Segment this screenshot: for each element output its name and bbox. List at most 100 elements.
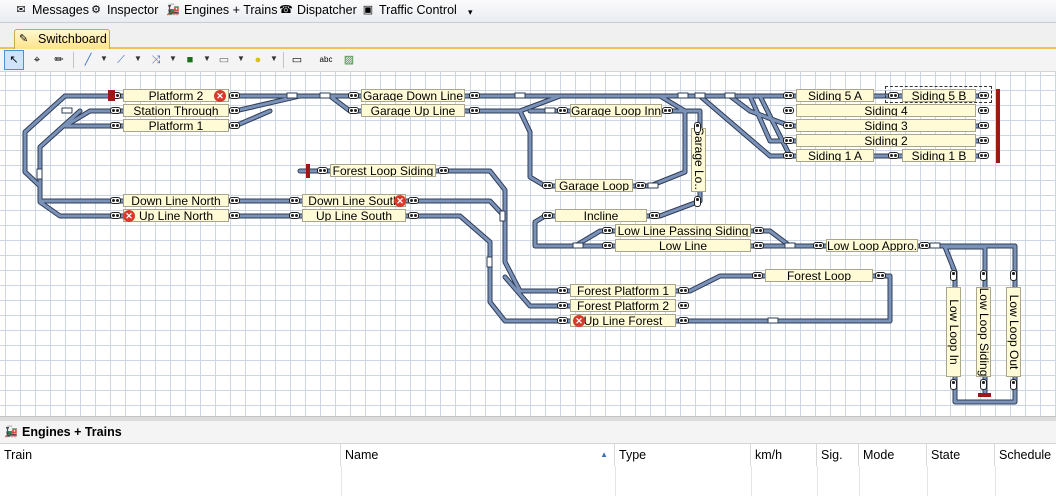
track-tool-icon[interactable]: ╱	[79, 51, 97, 69]
block-down-line-north[interactable]: Down Line North	[123, 194, 229, 207]
switch-tool-icon[interactable]: ⟋	[112, 51, 130, 69]
signal-icon[interactable]	[783, 107, 794, 114]
chevron-down-icon[interactable]: ▼	[203, 54, 211, 63]
stop-x-icon[interactable]: ✕	[394, 195, 406, 207]
signal-icon[interactable]	[317, 167, 328, 174]
chevron-down-icon[interactable]: ▼	[270, 54, 278, 63]
block-low-loop-siding[interactable]: Low Loop Siding	[976, 287, 991, 377]
signal-icon[interactable]	[978, 107, 989, 114]
signal-icon[interactable]	[978, 152, 989, 159]
signal-icon[interactable]	[348, 107, 359, 114]
signal-icon[interactable]	[229, 107, 240, 114]
signal-icon[interactable]	[980, 270, 987, 281]
block-forest-platform-2[interactable]: Forest Platform 2	[570, 299, 676, 312]
signal-icon[interactable]	[229, 122, 240, 129]
column-mode[interactable]: Mode	[859, 444, 927, 466]
column-train[interactable]: Train	[0, 444, 341, 466]
signal-icon[interactable]	[649, 212, 660, 219]
signal-icon[interactable]	[542, 182, 553, 189]
signal-tool-icon[interactable]: ■	[181, 51, 199, 69]
block-low-loop-out[interactable]: Low Loop Out	[1006, 287, 1021, 377]
image-tool-icon[interactable]: ▨	[340, 51, 358, 69]
signal-icon[interactable]	[678, 287, 689, 294]
chevron-down-icon[interactable]: ▼	[134, 54, 142, 63]
signal-icon[interactable]	[950, 270, 957, 281]
signal-icon[interactable]	[978, 137, 989, 144]
chevron-down-icon[interactable]: ▼	[237, 54, 245, 63]
chevron-down-icon[interactable]: ▼	[100, 54, 108, 63]
column-name[interactable]: Name ▲	[341, 444, 615, 466]
signal-icon[interactable]	[783, 92, 794, 99]
signal-icon[interactable]	[348, 92, 359, 99]
signal-icon[interactable]	[557, 287, 568, 294]
block-siding-4[interactable]: Siding 4	[796, 104, 976, 117]
column-state[interactable]: State	[927, 444, 995, 466]
block-low-line-passing-siding[interactable]: Low Line Passing Siding	[615, 224, 751, 237]
signal-icon[interactable]	[557, 302, 568, 309]
signal-icon[interactable]	[980, 379, 987, 390]
signal-icon[interactable]	[289, 212, 300, 219]
block-low-loop-appro[interactable]: Low Loop Appro...	[826, 239, 918, 252]
chevron-down-icon[interactable]: ▼	[169, 54, 177, 63]
signal-icon[interactable]	[229, 212, 240, 219]
block-siding-5a[interactable]: Siding 5 A	[796, 89, 874, 102]
stop-x-icon[interactable]: ✕	[573, 315, 585, 327]
signal-icon[interactable]	[229, 197, 240, 204]
block-forest-loop[interactable]: Forest Loop	[765, 269, 873, 282]
signal-icon[interactable]	[978, 122, 989, 129]
signal-icon[interactable]	[753, 242, 764, 249]
signal-icon[interactable]	[469, 92, 480, 99]
block-up-line-south[interactable]: Up Line South	[302, 209, 406, 222]
block-siding-2[interactable]: Siding 2	[796, 134, 976, 147]
signal-icon[interactable]	[289, 197, 300, 204]
signal-icon[interactable]	[408, 212, 419, 219]
signal-icon[interactable]	[753, 227, 764, 234]
inspector-button[interactable]: ⚙ Inspector	[89, 2, 158, 19]
block-low-loop-in[interactable]: Low Loop In	[946, 287, 961, 377]
block-siding-3[interactable]: Siding 3	[796, 119, 976, 132]
block-platform-1[interactable]: Platform 1	[123, 119, 229, 132]
messages-button[interactable]: ✉ Messages	[14, 2, 89, 19]
signal-icon[interactable]	[110, 107, 121, 114]
signal-icon[interactable]	[875, 272, 886, 279]
block-garage-lo[interactable]: Garage Lo...	[691, 128, 706, 192]
block-garage-down-line[interactable]: Garage Down Line	[361, 89, 465, 102]
block-down-line-south[interactable]: Down Line South	[302, 194, 406, 207]
column-kmh[interactable]: km/h	[751, 444, 817, 466]
signal-icon[interactable]	[110, 212, 121, 219]
pencil-icon[interactable]: ✏	[50, 51, 68, 69]
stop-x-icon[interactable]: ✕	[214, 90, 226, 102]
block-garage-up-line[interactable]: Garage Up Line	[361, 104, 465, 117]
crossing-tool-icon[interactable]: ⤨	[147, 51, 165, 69]
block-station-through[interactable]: Station Through	[123, 104, 229, 117]
block-siding-1a[interactable]: Siding 1 A	[796, 149, 874, 162]
signal-icon[interactable]	[438, 167, 449, 174]
signal-icon[interactable]	[783, 137, 794, 144]
sensor-tool-icon[interactable]: ●	[249, 51, 267, 69]
signal-icon[interactable]	[110, 122, 121, 129]
block-garage-loop-inner[interactable]: Garage Loop Inner	[570, 104, 662, 117]
engines-trains-button[interactable]: 🚂 Engines + Trains	[166, 2, 277, 19]
column-schedule[interactable]: Schedule	[995, 444, 1056, 466]
block-forest-platform-1[interactable]: Forest Platform 1	[570, 284, 676, 297]
signal-icon[interactable]	[783, 152, 794, 159]
signal-icon[interactable]	[662, 107, 673, 114]
signal-icon[interactable]	[110, 197, 121, 204]
traffic-control-button[interactable]: ▣ Traffic Control	[361, 2, 457, 19]
tab-switchboard[interactable]: ✎ Switchboard	[14, 29, 110, 49]
stop-x-icon[interactable]: ✕	[123, 210, 135, 222]
connect-tool-icon[interactable]: ⌖	[28, 51, 46, 69]
block-forest-loop-siding[interactable]: Forest Loop Siding	[330, 164, 436, 177]
block-tool-icon[interactable]: ▭	[215, 51, 233, 69]
signal-icon[interactable]	[557, 317, 568, 324]
signal-icon[interactable]	[1010, 379, 1017, 390]
signal-icon[interactable]	[229, 92, 240, 99]
signal-icon[interactable]	[469, 107, 480, 114]
trains-table-body[interactable]	[0, 466, 1056, 496]
signal-icon[interactable]	[635, 182, 646, 189]
signal-icon[interactable]	[694, 196, 701, 207]
select-arrow-icon[interactable]: ↖	[4, 50, 24, 70]
text-tool-icon[interactable]: abc	[317, 51, 335, 69]
signal-icon[interactable]	[1010, 270, 1017, 281]
signal-icon[interactable]	[919, 242, 930, 249]
